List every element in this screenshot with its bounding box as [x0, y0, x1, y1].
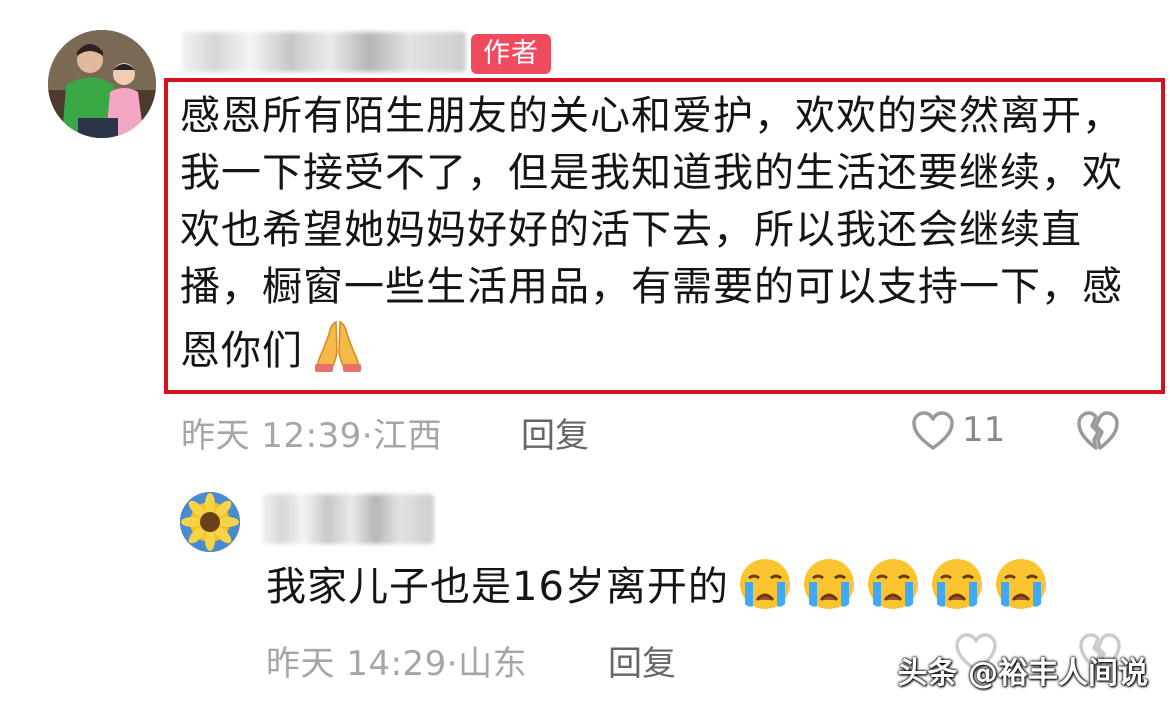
crying-face-emoji — [865, 556, 921, 612]
reply-comment-text: 我家儿子也是16岁离开的 — [266, 556, 1049, 617]
comment-text: 感恩所有陌生朋友的关心和爱护，欢欢的突然离开，我一下接受不了，但是我知道我的生活… — [180, 88, 1150, 380]
crying-face-emoji — [993, 556, 1049, 612]
author-avatar[interactable] — [48, 30, 156, 138]
crying-face-emoji — [929, 556, 985, 612]
like-count: 11 — [962, 410, 1006, 450]
comment-location: 江西 — [373, 416, 443, 456]
crying-face-emoji — [801, 556, 857, 612]
reply-location: 山东 — [458, 644, 528, 684]
broken-heart-icon[interactable] — [1076, 410, 1120, 452]
comment-meta: 昨天 12:39·江西 — [181, 408, 442, 457]
reply-meta: 昨天 14:29·山东 — [266, 636, 527, 685]
reply-text-body: 我家儿子也是16岁离开的 — [266, 564, 729, 610]
author-name-blurred[interactable] — [182, 32, 466, 72]
heart-outline-icon[interactable] — [911, 410, 955, 452]
praying-hands-emoji — [309, 316, 367, 374]
reply-button[interactable]: 回复 — [521, 408, 589, 457]
meta-separator: · — [361, 416, 374, 456]
replier-avatar[interactable] — [180, 492, 240, 552]
reply-time: 昨天 14:29 — [266, 644, 447, 684]
reply-button[interactable]: 回复 — [608, 636, 676, 685]
replier-name-blurred[interactable] — [262, 494, 434, 544]
meta-separator: · — [446, 644, 459, 684]
crying-face-emoji — [737, 556, 793, 612]
comment-time: 昨天 12:39 — [181, 416, 362, 456]
author-badge: 作者 — [471, 34, 551, 74]
watermark: 头条 @裕丰人间说 — [897, 656, 1148, 691]
